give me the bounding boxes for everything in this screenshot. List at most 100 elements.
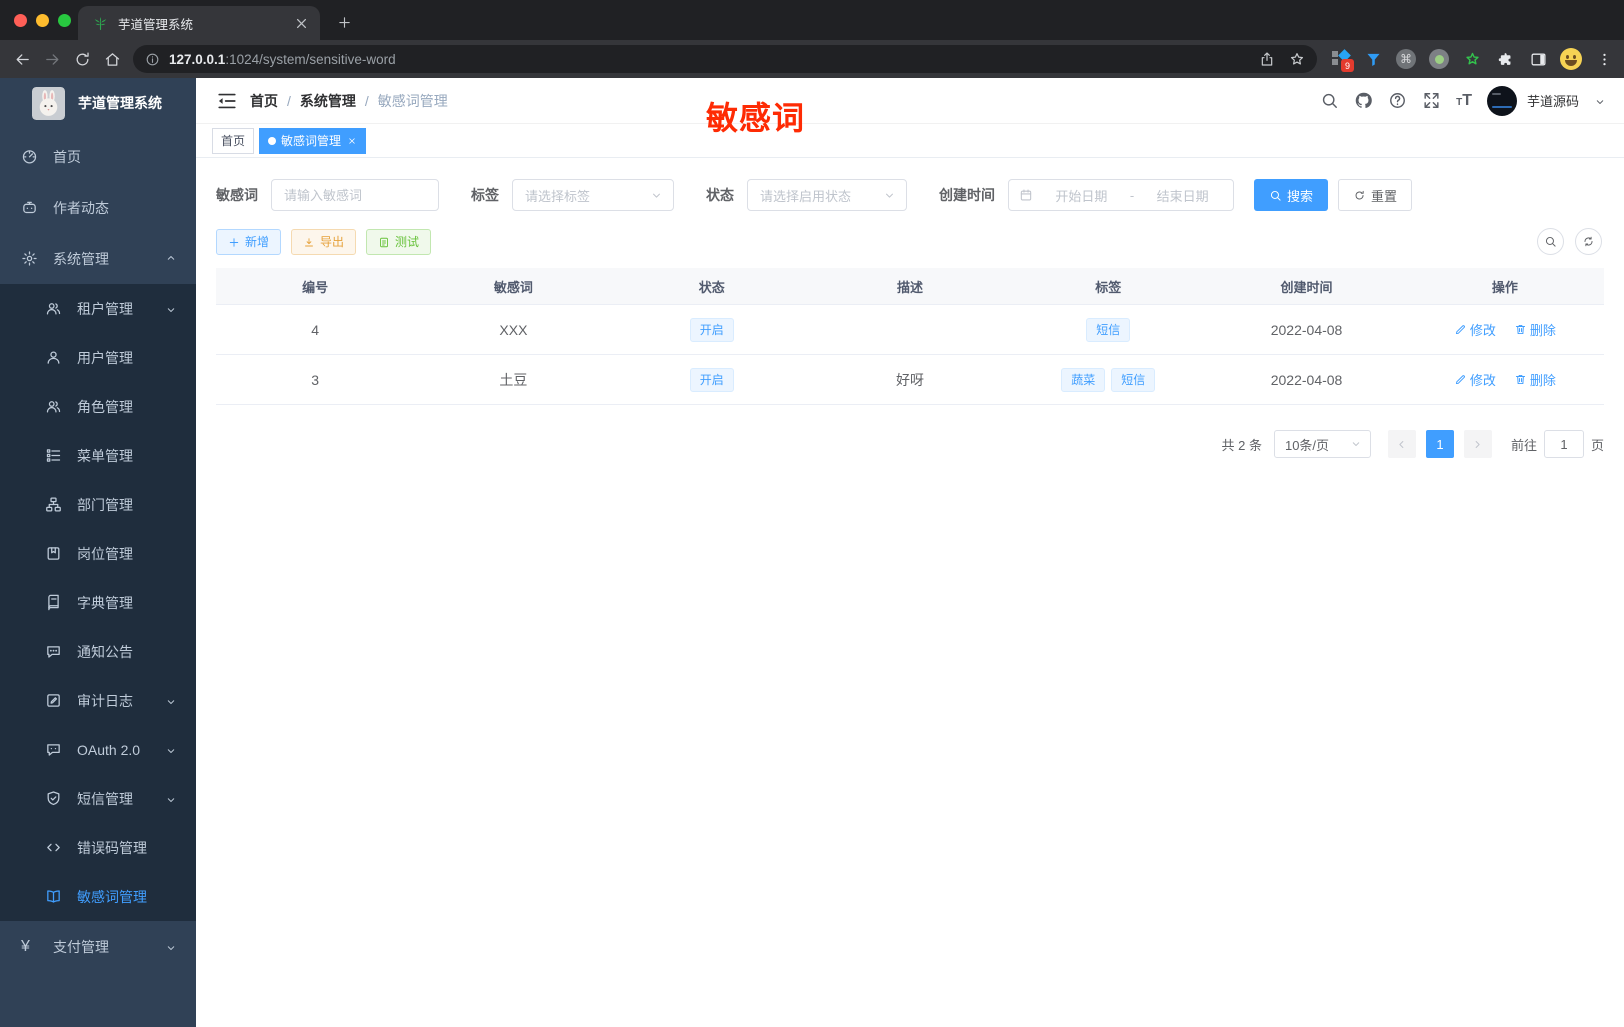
tag-close-icon[interactable] xyxy=(346,135,357,146)
home-button[interactable] xyxy=(97,44,127,74)
tag-首页[interactable]: 首页 xyxy=(212,127,255,154)
forward-button[interactable] xyxy=(37,44,67,74)
tag-select[interactable]: 请选择标签 xyxy=(512,179,674,211)
puzzle-icon[interactable] xyxy=(1492,46,1518,72)
record-icon[interactable] xyxy=(1426,46,1452,72)
new-tab-button[interactable] xyxy=(330,8,358,36)
yen-icon: ¥ xyxy=(21,938,30,955)
sidebar-item-label: 错误码管理 xyxy=(77,839,147,856)
browser-tab[interactable]: 芋道管理系统 xyxy=(78,6,320,40)
sidebar-item-oauth[interactable]: OAuth 2.0 xyxy=(0,725,196,774)
command-icon[interactable]: ⌘ xyxy=(1393,46,1419,72)
sidebar-item-home[interactable]: 首页 xyxy=(0,131,196,182)
导出-button[interactable]: 导出 xyxy=(291,228,357,255)
sidebar-item-label: 首页 xyxy=(53,148,81,165)
side-panel-icon[interactable] xyxy=(1525,46,1551,72)
comment-icon xyxy=(45,643,62,660)
green-star-icon[interactable] xyxy=(1459,46,1485,72)
sidebar-item-audit-log[interactable]: 审计日志 xyxy=(0,676,196,725)
tag-select-placeholder: 请选择标签 xyxy=(525,188,591,204)
delete-link[interactable]: 删除 xyxy=(1514,320,1556,339)
page-size-select[interactable]: 10条/页 xyxy=(1273,430,1371,458)
sidebar-item-label: 用户管理 xyxy=(77,349,133,366)
测试-button[interactable]: 测试 xyxy=(366,228,432,255)
sidebar-item-sms[interactable]: 短信管理 xyxy=(0,774,196,823)
sidebar-item-role[interactable]: 角色管理 xyxy=(0,382,196,431)
goto-label: 前往 xyxy=(1510,437,1537,453)
site-info-icon[interactable] xyxy=(145,52,160,67)
zoom-window-button[interactable] xyxy=(58,13,71,27)
breadcrumb-item[interactable]: 系统管理 xyxy=(300,91,356,111)
tab-close-icon[interactable] xyxy=(293,15,310,32)
show-search-button[interactable] xyxy=(1537,228,1564,255)
fullscreen-icon[interactable] xyxy=(1422,91,1441,110)
chevron-up-icon xyxy=(165,253,177,265)
chevron-down-icon xyxy=(165,303,177,315)
sidebar-item-tenant[interactable]: 租户管理 xyxy=(0,284,196,333)
minimize-window-button[interactable] xyxy=(36,13,49,27)
font-size-icon[interactable]: TT xyxy=(1456,92,1472,109)
share-icon[interactable] xyxy=(1259,51,1275,67)
sidebar-item-dept[interactable]: 部门管理 xyxy=(0,480,196,529)
sidebar-item-notice[interactable]: 通知公告 xyxy=(0,627,196,676)
sidebar-item-author-news[interactable]: 作者动态 xyxy=(0,182,196,233)
status-select[interactable]: 请选择启用状态 xyxy=(747,179,907,211)
table-row: 3 土豆 开启 好呀 蔬菜 短信 2022-04-08 修改 删除 xyxy=(216,355,1604,405)
funnel-icon[interactable] xyxy=(1360,46,1386,72)
sensitive-word-table: 编号 敏感词 状态 描述 标签 创建时间 操作 4 XXX 开启 短信 2022-04-08 修改 删除 3… xyxy=(216,268,1604,405)
caret-down-icon[interactable] xyxy=(1594,95,1606,107)
search-button[interactable]: 搜索 xyxy=(1254,179,1329,211)
ext-grid-icon[interactable]: 9 xyxy=(1327,46,1354,72)
user-name[interactable]: 芋道源码 xyxy=(1527,91,1579,110)
reload-button[interactable] xyxy=(67,44,97,74)
refresh-table-button[interactable] xyxy=(1575,228,1602,255)
sidebar-item-pay[interactable]: ¥ 支付管理 xyxy=(0,921,196,972)
app-logo[interactable]: 芋道管理系统 xyxy=(0,78,196,128)
kebab-icon[interactable] xyxy=(1591,46,1617,72)
next-page-button[interactable] xyxy=(1463,430,1492,458)
edit-link[interactable]: 修改 xyxy=(1454,320,1496,339)
fold-menu-icon[interactable] xyxy=(216,90,238,112)
org-icon xyxy=(45,496,62,513)
bookmark-star-icon[interactable] xyxy=(1289,51,1305,67)
breadcrumb-item[interactable]: 首页 xyxy=(250,91,278,111)
新增-button[interactable]: 新增 xyxy=(216,228,282,255)
sidebar-item-menu[interactable]: 菜单管理 xyxy=(0,431,196,480)
cell-word: XXX xyxy=(499,321,528,338)
help-icon[interactable] xyxy=(1388,91,1407,110)
goto-page-input[interactable] xyxy=(1543,430,1584,458)
cell-desc: 好呀 xyxy=(895,371,924,388)
sidebar-item-post[interactable]: 岗位管理 xyxy=(0,529,196,578)
word-input[interactable] xyxy=(271,179,439,211)
trash-icon xyxy=(1514,373,1527,386)
table-header: 编号 敏感词 状态 描述 标签 创建时间 操作 xyxy=(216,268,1604,305)
github-icon[interactable] xyxy=(1354,91,1373,110)
sidebar-item-label: 短信管理 xyxy=(77,790,133,807)
close-window-button[interactable] xyxy=(14,13,27,27)
status-badge: 开启 xyxy=(689,367,734,392)
edit-link[interactable]: 修改 xyxy=(1454,370,1496,389)
address-bar[interactable]: 127.0.0.1:1024/system/sensitive-word xyxy=(133,45,1317,73)
back-button[interactable] xyxy=(7,44,37,74)
annotation-text: 敏感词 xyxy=(706,100,806,136)
profile-emoji-icon[interactable] xyxy=(1558,46,1584,72)
pencil-icon xyxy=(1454,373,1467,386)
prev-page-button[interactable] xyxy=(1387,430,1416,458)
page-number-1[interactable]: 1 xyxy=(1425,430,1454,458)
sidebar-item-dict[interactable]: 字典管理 xyxy=(0,578,196,627)
date-separator: - xyxy=(1129,187,1135,203)
tag-敏感词管理[interactable]: 敏感词管理 xyxy=(259,127,367,154)
date-range-picker[interactable]: 开始日期 - 结束日期 xyxy=(1008,179,1234,211)
sidebar-item-user[interactable]: 用户管理 xyxy=(0,333,196,382)
sidebar-item-system[interactable]: 系统管理 xyxy=(0,233,196,284)
search-icon[interactable] xyxy=(1320,91,1339,110)
sidebar-item-sensitive-word[interactable]: 敏感词管理 xyxy=(0,872,196,921)
sidebar-item-label: 租户管理 xyxy=(77,300,133,317)
cell-id: 4 xyxy=(311,321,320,338)
user-avatar[interactable] xyxy=(1486,85,1517,116)
sidebar-item-label: 通知公告 xyxy=(77,643,133,660)
sidebar-item-error-code[interactable]: 错误码管理 xyxy=(0,823,196,872)
reset-button[interactable]: 重置 xyxy=(1338,179,1413,211)
delete-link[interactable]: 删除 xyxy=(1514,370,1556,389)
sidebar-item-label: OAuth 2.0 xyxy=(77,741,141,758)
